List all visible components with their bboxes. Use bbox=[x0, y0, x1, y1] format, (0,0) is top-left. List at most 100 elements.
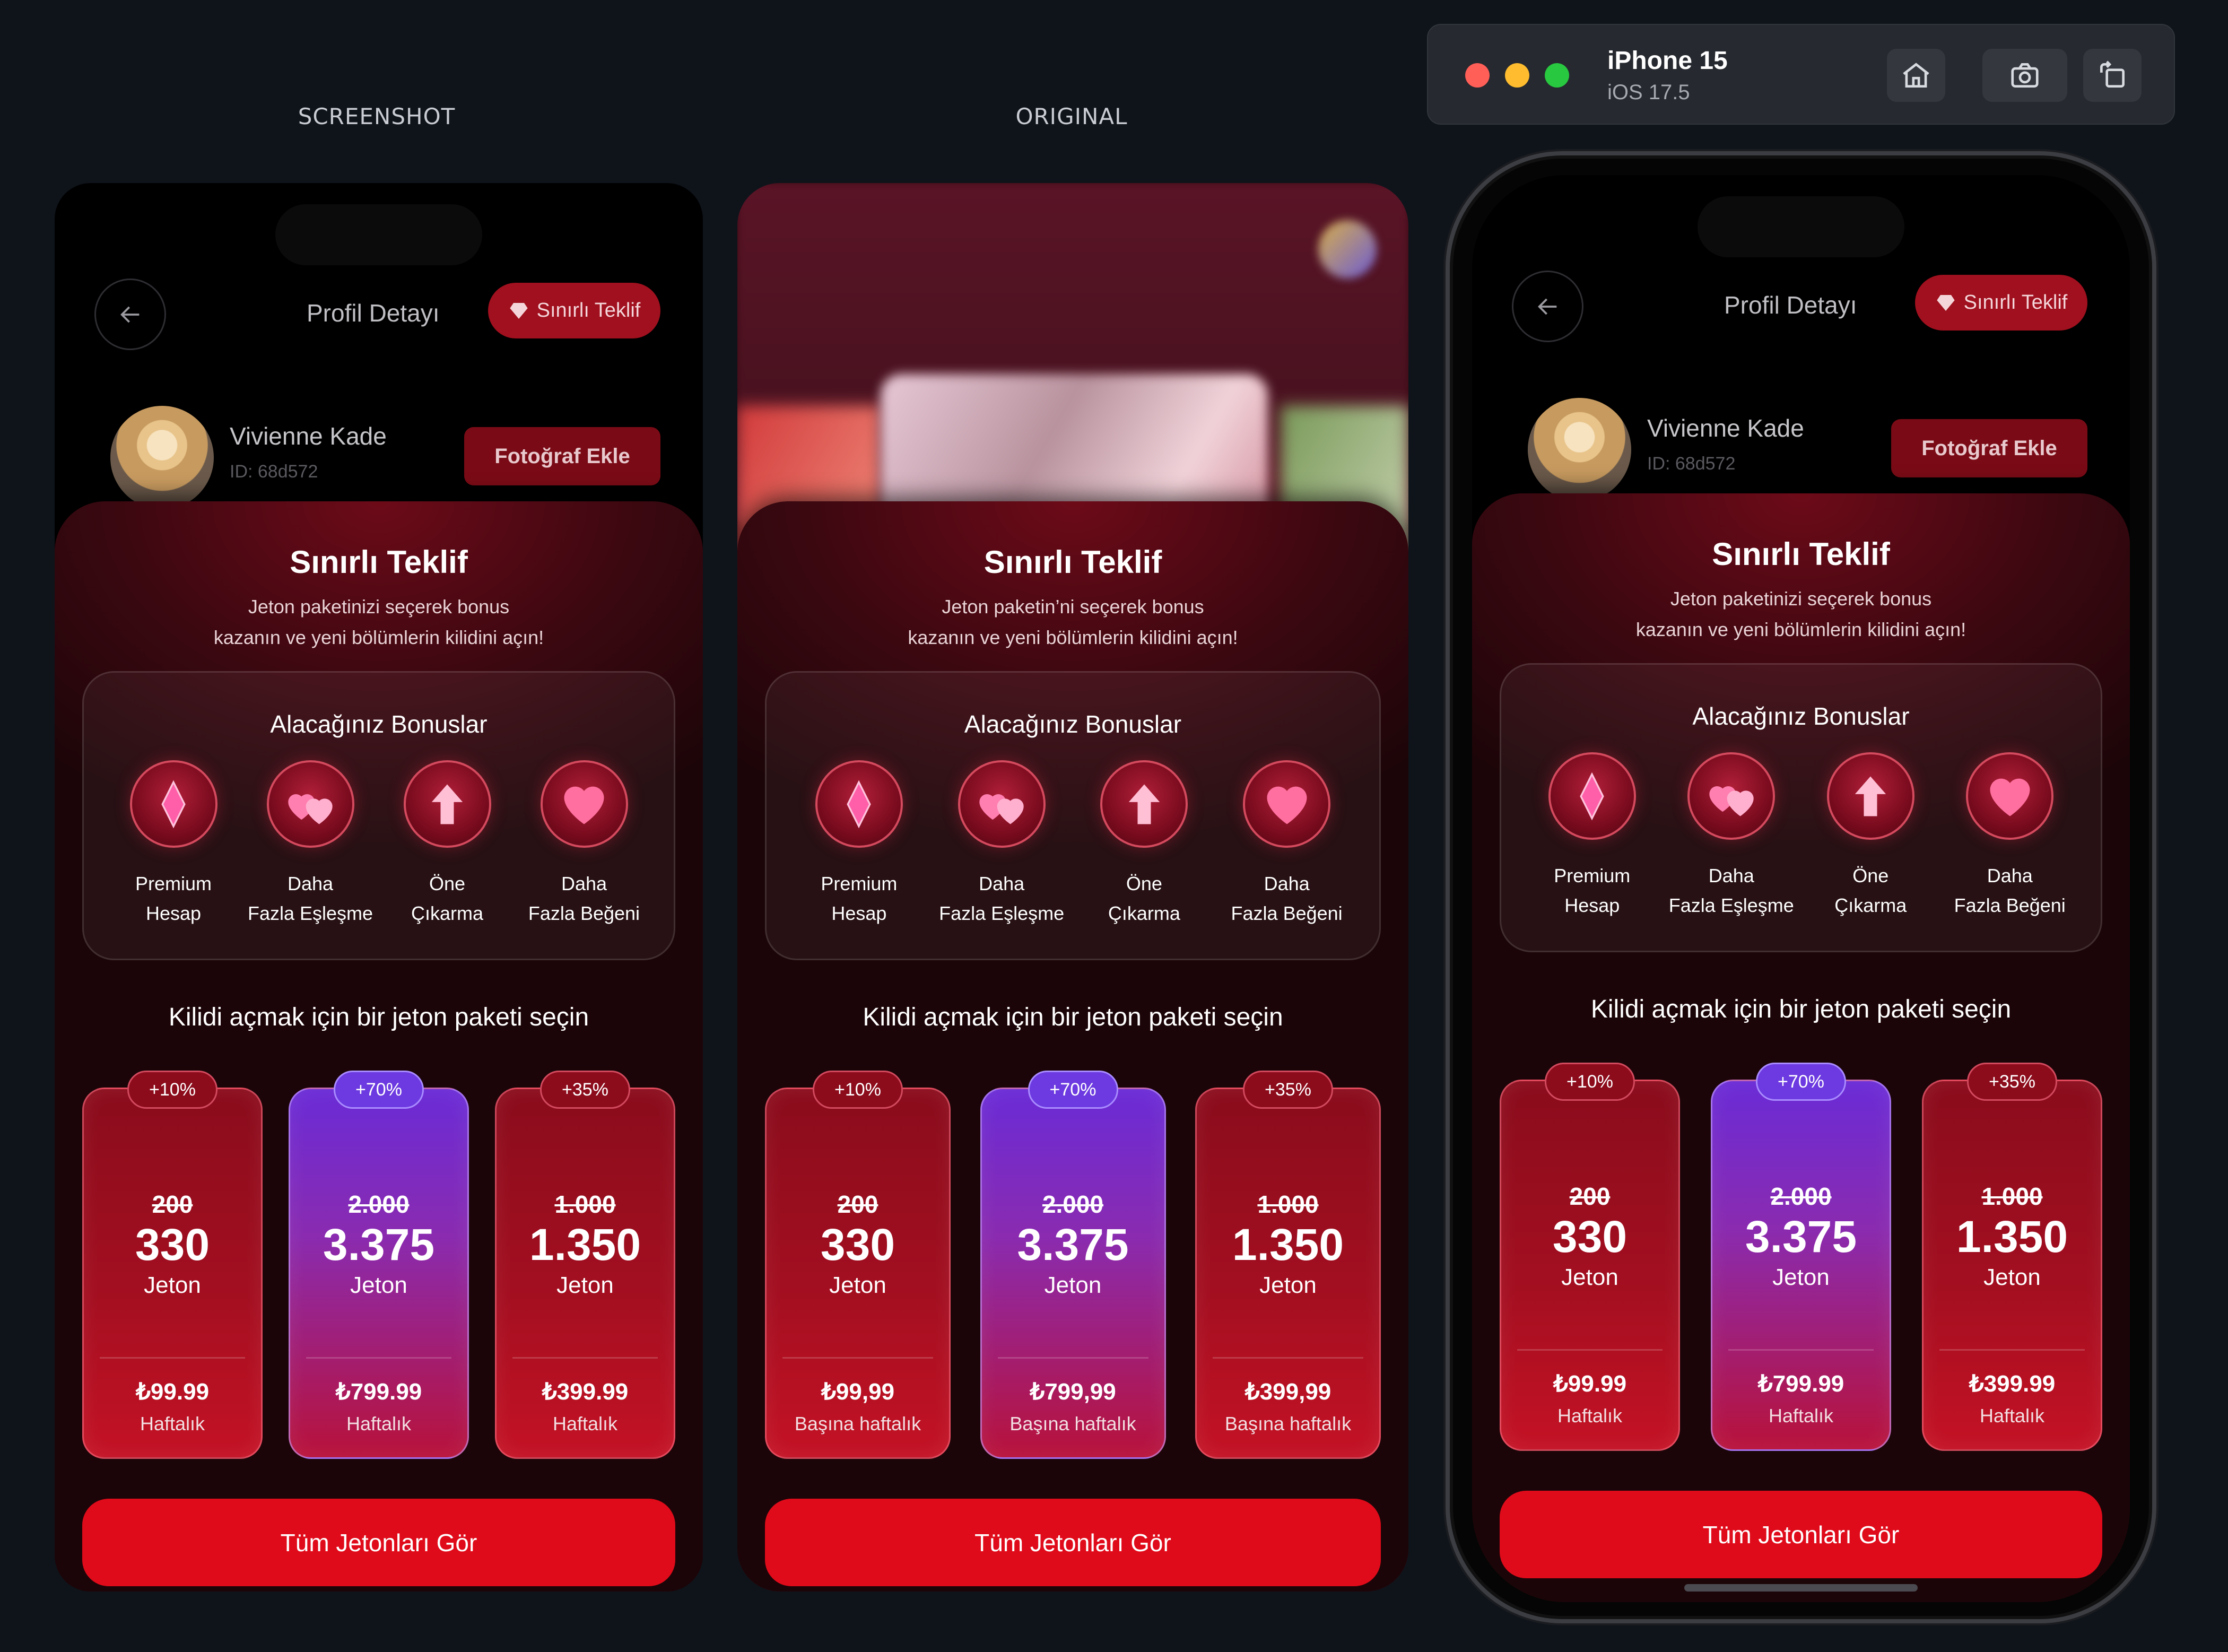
price: ₺799.99 bbox=[1757, 1371, 1844, 1397]
bonus-card: Alacağınız Bonuslar Premium Hesap Daha Faz… bbox=[1500, 663, 2102, 952]
old-amount: 1.000 bbox=[554, 1190, 616, 1218]
arrow-left-icon bbox=[1537, 298, 1556, 315]
bonus-title: Alacağınız Bonuslar bbox=[270, 710, 488, 738]
package-card-featured[interactable]: +70% 2.000 3.375 Jeton ₺799.99 Haftalık bbox=[1711, 1063, 1891, 1451]
boost-arrow-icon bbox=[1826, 752, 1914, 840]
old-amount: 2.000 bbox=[1770, 1183, 1832, 1210]
package-card[interactable]: +10% 200 330 Jeton ₺99,99 Başına haftalı… bbox=[765, 1071, 951, 1459]
bonus-label: Daha bbox=[1264, 873, 1310, 894]
bonus-list: Premium Hesap Daha Fazla Eşleşme Öne Çıkarm… bbox=[1522, 752, 2079, 920]
subtitle-line: Jeton paketin’ni seçerek bonus bbox=[942, 596, 1204, 618]
package-list: +10% 200 330 Jeton ₺99,99 Başına haftalı… bbox=[765, 1071, 1381, 1459]
bonus-premium: Premium Hesap bbox=[1522, 752, 1662, 920]
bonus-label: Daha bbox=[287, 873, 334, 894]
sheet-title: Sınırlı Teklif bbox=[984, 544, 1162, 580]
package-card[interactable]: +35% 1.000 1.350 Jeton ₺399.99 Haftalık bbox=[495, 1071, 675, 1459]
bonus-label: Fazla Eşleşme bbox=[1668, 894, 1794, 916]
package-card[interactable]: +35% 1.000 1.350 Jeton ₺399,99 Başına ha… bbox=[1195, 1071, 1381, 1459]
old-amount: 2.000 bbox=[1042, 1190, 1104, 1218]
minimize-window-button[interactable] bbox=[1505, 63, 1529, 88]
bonus-more-likes: Daha Fazla Beğeni bbox=[516, 760, 652, 928]
bonus-label: Premium bbox=[1554, 865, 1631, 886]
app-header: Profil Detayı Sınırlı Teklif bbox=[55, 279, 703, 353]
back-button[interactable] bbox=[94, 279, 166, 350]
subtitle-line: kazanın ve yeni bölümlerin kilidini açın… bbox=[213, 627, 544, 648]
avatar[interactable] bbox=[110, 406, 214, 509]
boost-arrow-icon bbox=[1100, 760, 1188, 848]
price: ₺399,99 bbox=[1244, 1379, 1331, 1405]
bonus-badge: +70% bbox=[334, 1071, 424, 1109]
bonus-label: Premium bbox=[821, 873, 898, 894]
token-unit: Jeton bbox=[350, 1272, 407, 1298]
token-unit: Jeton bbox=[1044, 1272, 1102, 1298]
bonus-label: Öne bbox=[1852, 865, 1889, 886]
token-unit: Jeton bbox=[1259, 1272, 1317, 1298]
close-window-button[interactable] bbox=[1465, 63, 1490, 88]
bonus-list: Premium Hesap Daha Fazla Eşleşme Öne Çıkarm… bbox=[105, 760, 652, 928]
subtitle-line: kazanın ve yeni bölümlerin kilidini açın… bbox=[908, 627, 1238, 648]
subtitle-line: kazanın ve yeni bölümlerin kilidini açın… bbox=[1635, 619, 1966, 640]
package-card-featured[interactable]: +70% 2.000 3.375 Jeton ₺799,99 Başına ha… bbox=[980, 1071, 1166, 1459]
bonus-more-matches: Daha Fazla Eşleşme bbox=[242, 760, 379, 928]
screenshot-phone: Profil Detayı Sınırlı Teklif Vivienne Ka… bbox=[55, 183, 703, 1592]
page-title: Profil Detayı bbox=[307, 299, 440, 327]
token-unit: Jeton bbox=[144, 1272, 201, 1298]
bonus-label: Çıkarma bbox=[1108, 902, 1180, 924]
bonus-label: Fazla Eşleşme bbox=[939, 902, 1065, 924]
diamond-icon bbox=[509, 302, 528, 319]
package-card[interactable]: +10% 200 330 Jeton ₺99.99 Haftalık bbox=[82, 1071, 263, 1459]
bonus-label: Daha bbox=[1708, 865, 1754, 886]
dynamic-island bbox=[1698, 196, 1904, 257]
divider bbox=[1939, 1349, 2085, 1351]
token-amount: 3.375 bbox=[1017, 1220, 1129, 1270]
limited-offer-button[interactable]: Sınırlı Teklif bbox=[1915, 275, 2087, 331]
subtitle-line: Jeton paketinizi seçerek bonus bbox=[1670, 588, 1932, 610]
profile-row: Vivienne Kade ID: 68d572 Fotoğraf Ekle bbox=[55, 406, 703, 512]
simulator-toolbar: iPhone 15 iOS 17.5 bbox=[1427, 24, 2175, 125]
add-photo-button[interactable]: Fotoğraf Ekle bbox=[1891, 419, 2087, 477]
screenshot-button[interactable] bbox=[1982, 49, 2067, 102]
token-amount: 3.375 bbox=[1745, 1212, 1857, 1262]
bonus-boost: Öne Çıkarma bbox=[1801, 752, 1940, 920]
sheet-subtitle: Jeton paketinizi seçerek bonus kazanın v… bbox=[55, 592, 703, 653]
bonus-list: Premium Hesap Daha Fazla Eşleşme Öne Çıkarm… bbox=[788, 760, 1358, 928]
bonus-premium: Premium Hesap bbox=[788, 760, 930, 928]
bonus-badge: +35% bbox=[1967, 1063, 2057, 1101]
price-period: Haftalık bbox=[140, 1413, 205, 1434]
zoom-window-button[interactable] bbox=[1545, 63, 1569, 88]
price-period: Başına haftalık bbox=[1224, 1413, 1352, 1434]
token-amount: 1.350 bbox=[529, 1220, 641, 1270]
token-unit: Jeton bbox=[829, 1272, 886, 1298]
old-amount: 1.000 bbox=[1981, 1183, 2043, 1210]
bonus-label: Çıkarma bbox=[1834, 894, 1907, 916]
bonus-badge: +10% bbox=[127, 1071, 217, 1109]
home-button[interactable] bbox=[1887, 49, 1945, 102]
avatar[interactable] bbox=[1528, 398, 1631, 501]
price: ₺399.99 bbox=[1969, 1371, 2056, 1397]
bonus-more-matches: Daha Fazla Eşleşme bbox=[1662, 752, 1801, 920]
bonus-label: Fazla Beğeni bbox=[1231, 902, 1343, 924]
add-photo-button[interactable]: Fotoğraf Ekle bbox=[464, 427, 660, 485]
see-all-tokens-button[interactable]: Tüm Jetonları Gör bbox=[765, 1499, 1381, 1586]
token-amount: 330 bbox=[135, 1220, 210, 1270]
simulator-phone: Profil Detayı Sınırlı Teklif Vivienne Ka… bbox=[1472, 175, 2130, 1602]
bonus-title: Alacağınız Bonuslar bbox=[1692, 702, 1910, 730]
see-all-tokens-button[interactable]: Tüm Jetonları Gör bbox=[1500, 1491, 2102, 1578]
device-name: iPhone 15 bbox=[1607, 47, 1728, 75]
profile-name: Vivienne Kade bbox=[1647, 414, 1804, 442]
package-card[interactable]: +10% 200 330 Jeton ₺99.99 Haftalık bbox=[1500, 1063, 1680, 1451]
sheet-subtitle: Jeton paketin’ni seçerek bonus kazanın v… bbox=[737, 592, 1408, 653]
see-all-tokens-button[interactable]: Tüm Jetonları Gör bbox=[82, 1499, 675, 1586]
back-button[interactable] bbox=[1512, 271, 1583, 342]
limited-offer-button[interactable]: Sınırlı Teklif bbox=[488, 283, 660, 338]
sheet-subtitle: Jeton paketinizi seçerek bonus kazanın v… bbox=[1472, 584, 2130, 645]
package-card[interactable]: +35% 1.000 1.350 Jeton ₺399.99 Haftalık bbox=[1922, 1063, 2102, 1451]
divider bbox=[1728, 1349, 1874, 1351]
old-amount: 200 bbox=[152, 1190, 193, 1218]
bonus-more-matches: Daha Fazla Eşleşme bbox=[930, 760, 1073, 928]
package-card-featured[interactable]: +70% 2.000 3.375 Jeton ₺799.99 Haftalık bbox=[289, 1071, 469, 1459]
token-amount: 330 bbox=[820, 1220, 895, 1270]
rotate-button[interactable] bbox=[2083, 49, 2142, 102]
bonus-boost: Öne Çıkarma bbox=[379, 760, 516, 928]
home-indicator[interactable] bbox=[1684, 1584, 1918, 1592]
